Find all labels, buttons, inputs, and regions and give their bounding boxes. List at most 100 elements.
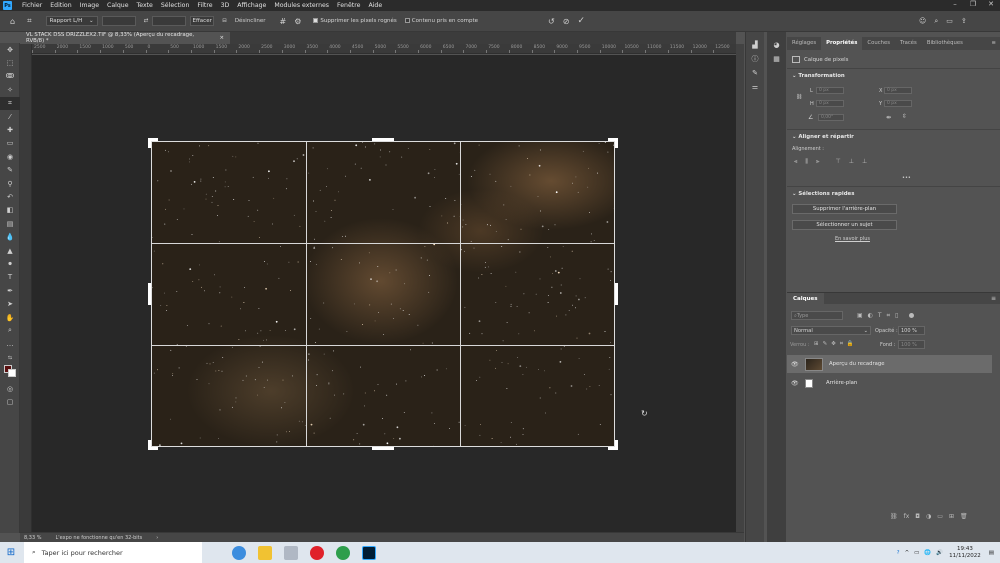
menu-image[interactable]: Image — [76, 2, 103, 9]
align-bottom-icon[interactable]: ⊥ — [862, 158, 867, 166]
zoom-level[interactable]: 8,33 % — [24, 535, 41, 541]
color-panel-icon[interactable]: ◕ — [767, 38, 786, 52]
crop-handle-top-right[interactable] — [615, 138, 618, 148]
straighten-icon[interactable]: ⊟ — [222, 18, 227, 24]
x-field[interactable]: 0 px — [884, 87, 912, 94]
layer-row-crop-preview[interactable]: 👁 Aperçu du recadrage — [787, 355, 992, 373]
crop-handle-top-left[interactable] — [148, 138, 151, 148]
tab-channels[interactable]: Couches — [862, 37, 895, 50]
transform-section-title[interactable]: ⌄ Transformation — [792, 73, 845, 79]
taskbar-search[interactable]: ⌕ Taper ici pour rechercher — [24, 542, 202, 563]
menu-window[interactable]: Fenêtre — [333, 2, 364, 9]
eye-icon[interactable]: 👁 — [791, 380, 801, 387]
adjustments-icon[interactable]: ⚌ — [746, 80, 764, 94]
zoom-tool-icon[interactable]: ⌕ — [0, 324, 20, 337]
flip-horizontal-icon[interactable]: ⇹ — [886, 114, 891, 121]
cancel-crop-icon[interactable]: ⊘ — [563, 17, 570, 26]
path-selection-tool-icon[interactable]: ➤ — [0, 297, 20, 310]
menu-view[interactable]: Affichage — [233, 2, 270, 9]
crop-handle-bottom[interactable] — [372, 447, 394, 450]
layer-search-input[interactable]: ⌕ Type — [791, 311, 843, 320]
content-aware-checkbox[interactable]: Contenu pris en compte — [404, 18, 478, 24]
settings-gear-icon[interactable]: ⚙ — [294, 17, 301, 26]
text-tool-icon[interactable]: T — [0, 271, 20, 284]
home-icon[interactable]: ⌂ — [10, 17, 15, 26]
clone-stamp-tool-icon[interactable]: ⚲ — [0, 177, 20, 190]
select-subject-button[interactable]: Sélectionner un sujet — [792, 220, 897, 230]
swap-icon[interactable]: ⇄ — [144, 18, 149, 24]
flip-vertical-icon[interactable]: ⇳ — [902, 113, 907, 120]
clock[interactable]: 19:43 11/11/2022 — [949, 546, 981, 560]
file-explorer-icon[interactable] — [258, 545, 272, 560]
tab-libraries[interactable]: Bibliothèques — [922, 37, 968, 50]
menu-filter[interactable]: Filtre — [193, 2, 216, 9]
app-green-icon[interactable] — [336, 545, 350, 560]
battery-icon[interactable]: ▭ — [914, 550, 919, 556]
more-tools-icon[interactable]: … — [0, 338, 20, 351]
vertical-scrollbar[interactable] — [736, 44, 744, 534]
healing-brush-tool-icon[interactable]: ✚ — [0, 123, 20, 136]
new-layer-icon[interactable]: ⊞ — [949, 513, 954, 520]
overlay-grid-icon[interactable]: # — [280, 17, 287, 26]
magic-wand-tool-icon[interactable]: ✧ — [0, 83, 20, 96]
windows-start-icon[interactable]: ⊞ — [0, 547, 22, 558]
marquee-tool-icon[interactable]: ⬚ — [0, 56, 20, 69]
tab-adjustments[interactable]: Réglages — [787, 37, 821, 50]
opacity-field[interactable]: 100 % — [898, 326, 925, 335]
blend-mode-select[interactable]: Normal ⌄ — [791, 326, 871, 335]
panel-menu-icon[interactable]: ≡ — [988, 37, 1000, 50]
link-layers-icon[interactable]: ⛓ — [890, 513, 898, 520]
crop-handle-right[interactable] — [615, 283, 618, 305]
link-icon[interactable]: ⛓ — [796, 94, 802, 100]
dodge-tool-icon[interactable]: ⚫ — [0, 257, 20, 270]
remove-background-button[interactable]: Supprimer l'arrière-plan — [792, 204, 897, 214]
reset-icon[interactable]: ↺ — [548, 17, 555, 26]
clear-button[interactable]: Effacer — [190, 16, 215, 26]
default-colors-icon[interactable]: ⇆ — [0, 351, 20, 364]
menu-select[interactable]: Sélection — [157, 2, 194, 9]
blur-tool-icon[interactable]: 💧 — [0, 230, 20, 243]
ratio-select[interactable]: Rapport L/H ⌄ — [45, 16, 98, 26]
background-color-swatch[interactable] — [8, 369, 16, 378]
restore-icon[interactable]: ❐ — [964, 0, 982, 11]
gradient-tool-icon[interactable]: ▤ — [0, 217, 20, 230]
crop-handle-bottom-right[interactable] — [615, 440, 618, 450]
eraser-tool-icon[interactable]: ◧ — [0, 204, 20, 217]
opera-icon[interactable] — [310, 545, 324, 560]
histogram-icon[interactable]: ▟ — [746, 38, 764, 52]
notifications-icon[interactable]: ▤ — [989, 550, 994, 556]
menu-plugins[interactable]: Modules externes — [270, 2, 333, 9]
task-view-icon[interactable] — [232, 545, 246, 560]
user-icon[interactable]: ☺ — [919, 17, 926, 25]
align-section-title[interactable]: ⌄ Aligner et répartir — [792, 134, 854, 140]
photoshop-taskbar-icon[interactable] — [362, 545, 376, 560]
share-icon[interactable]: ⇪ — [961, 17, 967, 25]
width-ratio-input[interactable] — [101, 16, 136, 26]
delete-layer-icon[interactable]: 🗑 — [960, 513, 968, 520]
tab-layers[interactable]: Calques — [787, 293, 824, 305]
adjustment-layer-icon[interactable]: ◑ — [926, 513, 931, 520]
close-icon[interactable]: ✕ — [982, 0, 1000, 11]
workspace-icon[interactable]: ▭ — [946, 17, 953, 25]
minimize-icon[interactable]: – — [946, 0, 964, 11]
swatches-panel-icon[interactable]: ▦ — [767, 52, 786, 66]
add-mask-icon[interactable]: ◘ — [915, 513, 920, 520]
align-top-icon[interactable]: ⊤ — [836, 158, 841, 166]
align-center-h-icon[interactable]: ⫼ — [805, 158, 808, 166]
fill-field[interactable]: 100 % — [898, 340, 925, 349]
straighten-button[interactable]: Désincliner — [235, 18, 266, 24]
media-player-icon[interactable] — [284, 545, 298, 560]
layer-row-background[interactable]: 👁 Arrière-plan — [787, 374, 992, 392]
angle-field[interactable]: 0,00° — [818, 114, 844, 121]
red-eye-tool-icon[interactable]: ◉ — [0, 150, 20, 163]
menu-3d[interactable]: 3D — [217, 2, 234, 9]
menu-edit[interactable]: Edition — [46, 2, 75, 9]
document-tab[interactable]: VL STACK DSS DRIZZLEX2.TIF @ 8,33% (Aper… — [20, 32, 230, 44]
tray-chevron-icon[interactable]: ^ — [905, 550, 910, 556]
quick-mask-icon[interactable]: ◎ — [0, 382, 20, 395]
move-tool-icon[interactable]: ✥ — [0, 43, 20, 56]
layer-name[interactable]: Aperçu du recadrage — [829, 361, 885, 367]
filter-toggle-icon[interactable] — [909, 313, 915, 318]
menu-file[interactable]: Fichier — [18, 2, 46, 9]
delete-cropped-checkbox[interactable]: Supprimer les pixels rognés — [313, 18, 397, 24]
